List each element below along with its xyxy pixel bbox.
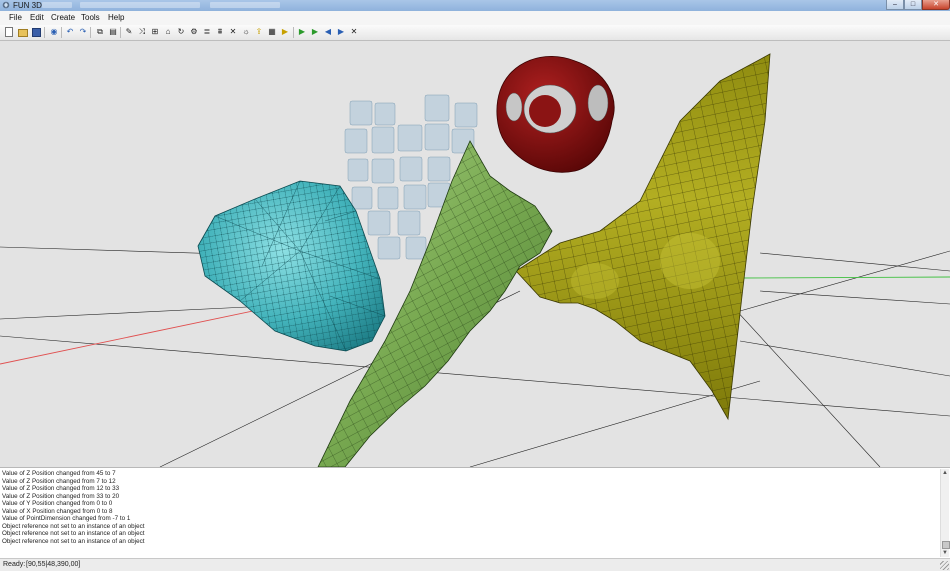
status-coords: [90,55|48,390,00] (26, 561, 81, 568)
render-icon[interactable]: ▦ (267, 27, 277, 37)
orbit-icon[interactable]: ↻ (176, 27, 186, 37)
resize-grip[interactable] (940, 561, 949, 570)
log-line: Value of PointDimension changed from -7 … (2, 515, 131, 522)
title-bar: FUN 3D ‒ □ ✕ (0, 0, 950, 11)
undo-icon[interactable]: ↶ (65, 27, 75, 37)
layers-icon[interactable]: ≣ (202, 27, 212, 37)
minimize-button[interactable]: ‒ (886, 0, 904, 10)
log-line: Object reference not set to an instance … (2, 537, 145, 545)
save-icon[interactable] (32, 28, 41, 37)
scroll-down-icon[interactable]: ▼ (941, 549, 949, 557)
log-lines: Value of Z Position changed from 45 to 7… (2, 470, 932, 545)
redo-icon[interactable]: ↷ (78, 27, 88, 37)
animation-icon[interactable]: ▶ (280, 27, 290, 37)
window-title: FUN 3D (13, 1, 42, 10)
toolbar-separator (61, 27, 62, 38)
play-icon[interactable]: ▶ (297, 27, 307, 37)
menu-create[interactable]: Create (51, 12, 75, 24)
stack-icon[interactable]: ⩩ (215, 27, 225, 37)
log-line: Object reference not set to an instance … (2, 522, 145, 530)
log-line: Value of Z Position changed from 12 to 3… (2, 485, 120, 492)
title-ghost (80, 2, 200, 8)
log-scrollbar[interactable]: ▲ ▼ (940, 469, 950, 557)
menu-tools[interactable]: Tools (81, 12, 100, 24)
toolbar-separator (120, 27, 121, 38)
log-line: Value of X Position changed from 0 to 8 (2, 507, 113, 515)
red-object[interactable] (496, 56, 615, 173)
grid-icon[interactable]: ⊞ (150, 27, 160, 37)
toolbar-separator (44, 27, 45, 38)
delete-icon[interactable]: ✕ (228, 27, 238, 37)
new-icon[interactable] (5, 27, 13, 37)
log-line: Value of Y Position changed from 0 to 0 (2, 500, 113, 507)
scroll-up-icon[interactable]: ▲ (941, 469, 949, 477)
toolbar-separator (90, 27, 91, 38)
open-icon[interactable] (18, 29, 28, 37)
arch-icon[interactable]: ⌂ (163, 27, 173, 37)
title-ghost (42, 2, 72, 8)
stop-icon[interactable]: ✕ (349, 27, 359, 37)
log-line: Value of Z Position changed from 7 to 12 (2, 477, 116, 485)
step-back-icon[interactable]: ◀ (323, 27, 333, 37)
settings-icon[interactable]: ⚙ (189, 27, 199, 37)
window-controls: ‒ □ ✕ (886, 0, 950, 10)
play-icon[interactable]: ▶ (310, 27, 320, 37)
title-ghost (210, 2, 280, 8)
close-button[interactable]: ✕ (922, 0, 950, 10)
3d-viewport[interactable] (0, 41, 950, 467)
menu-help[interactable]: Help (108, 12, 124, 24)
scene-canvas[interactable] (0, 41, 950, 467)
toolbar: ◉ ↶ ↷ ⧉ ▤ ✎ ⤨ ⊞ ⌂ ↻ ⚙ ≣ ⩩ ✕ ☼ ⇪ ▦ ▶ ▶ ▶ … (0, 25, 950, 41)
step-forward-icon[interactable]: ▶ (336, 27, 346, 37)
status-text: Ready: (3, 561, 26, 568)
log-line: Value of Z Position changed from 33 to 2… (2, 492, 120, 500)
globe-icon[interactable]: ◉ (49, 27, 59, 37)
transform-icon[interactable]: ⤨ (137, 27, 147, 37)
log-line: Value of Z Position changed from 45 to 7 (2, 470, 116, 477)
log-line: Object reference not set to an instance … (2, 530, 145, 537)
output-log[interactable]: Value of Z Position changed from 45 to 7… (0, 467, 950, 558)
toolbar-separator (293, 27, 294, 38)
maximize-button[interactable]: □ (904, 0, 922, 10)
brush-icon[interactable]: ✎ (124, 27, 134, 37)
status-bar: Ready: [90,55|48,390,00] (0, 558, 950, 571)
menu-edit[interactable]: Edit (30, 12, 44, 24)
app-icon (2, 1, 10, 9)
export-icon[interactable]: ⇪ (254, 27, 264, 37)
menu-file[interactable]: File (9, 12, 22, 24)
paste-icon[interactable]: ▤ (108, 27, 118, 37)
sun-icon[interactable]: ☼ (241, 27, 251, 37)
copy-icon[interactable]: ⧉ (95, 27, 105, 37)
scroll-thumb[interactable] (942, 541, 950, 549)
menu-bar: File Edit Create Tools Help (0, 11, 950, 26)
